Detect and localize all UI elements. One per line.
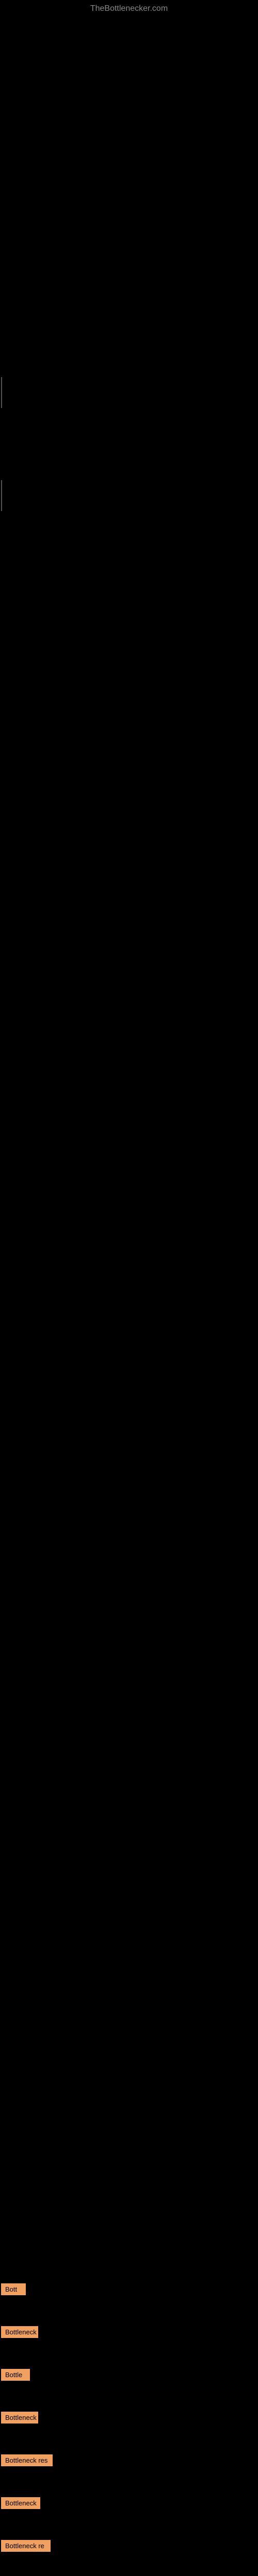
bottleneck-result-badge: Bottleneck xyxy=(1,2497,40,2509)
bottleneck-items-container: Bott Bottleneck Bottle Bottleneck Bottleneck… xyxy=(0,1150,258,2576)
vertical-line-top xyxy=(1,377,2,408)
bottleneck-result-badge: Bottle xyxy=(1,2369,30,2381)
bottleneck-row: Bottleneck xyxy=(1,2412,258,2425)
bottleneck-result-badge: Bottleneck xyxy=(1,2326,38,2338)
bottleneck-result-badge: Bottleneck res xyxy=(1,2454,53,2466)
site-title: TheBottlenecker.com xyxy=(0,0,258,16)
bottleneck-row: Bottleneck re xyxy=(1,2540,258,2553)
bottleneck-result-badge: Bott xyxy=(1,2283,26,2295)
chart-area xyxy=(0,16,258,1150)
bottleneck-result-badge: Bottleneck re xyxy=(1,2540,51,2552)
bottleneck-row: Bottle xyxy=(1,2369,258,2382)
bottleneck-row: Bottleneck xyxy=(1,2497,258,2510)
vertical-line-bottom xyxy=(1,480,2,511)
bottleneck-row: Bottleneck xyxy=(1,2326,258,2339)
bottleneck-result-badge: Bottleneck xyxy=(1,2412,38,2424)
bottleneck-row: Bottleneck res xyxy=(1,2454,258,2467)
bottleneck-row: Bott xyxy=(1,2283,258,2296)
